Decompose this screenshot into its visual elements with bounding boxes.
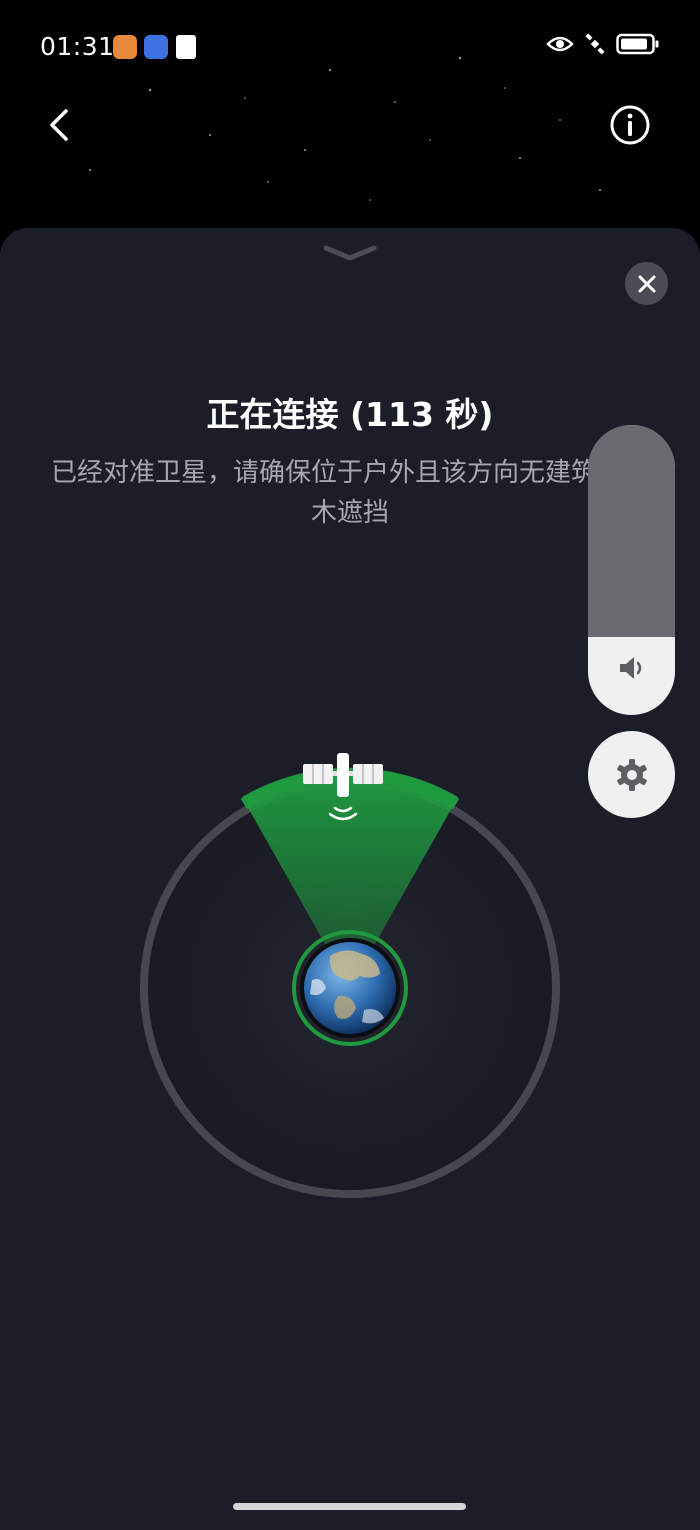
chat-app-icon [144, 35, 168, 59]
info-button[interactable] [608, 103, 652, 147]
satellite-icon [585, 33, 605, 55]
shield-app-icon [113, 35, 137, 59]
satellite-alignment-radar [140, 753, 560, 1198]
status-bar: 01:31 [0, 0, 700, 95]
speaker-icon [620, 657, 642, 679]
volume-slider-track [588, 425, 675, 637]
close-button[interactable] [625, 262, 668, 305]
top-navigation [0, 95, 700, 155]
collapse-handle[interactable] [322, 242, 378, 262]
connection-instructions: 已经对准卫星，请确保位于户外且该方向无建筑或树木遮挡 [50, 458, 649, 528]
connection-sheet: 正在连接 (113 秒) 已经对准卫星，请确保位于户外且该方向无建筑或树木遮挡 [0, 228, 700, 1530]
alert-app-icon [176, 35, 196, 59]
battery-icon [616, 33, 659, 55]
close-icon [638, 275, 655, 292]
home-indicator[interactable] [233, 1503, 466, 1510]
back-button[interactable] [40, 105, 80, 145]
status-time: 01:31 [40, 32, 115, 61]
earth-icon [292, 930, 408, 1046]
eye-icon [546, 36, 574, 52]
volume-slider[interactable] [588, 425, 675, 715]
